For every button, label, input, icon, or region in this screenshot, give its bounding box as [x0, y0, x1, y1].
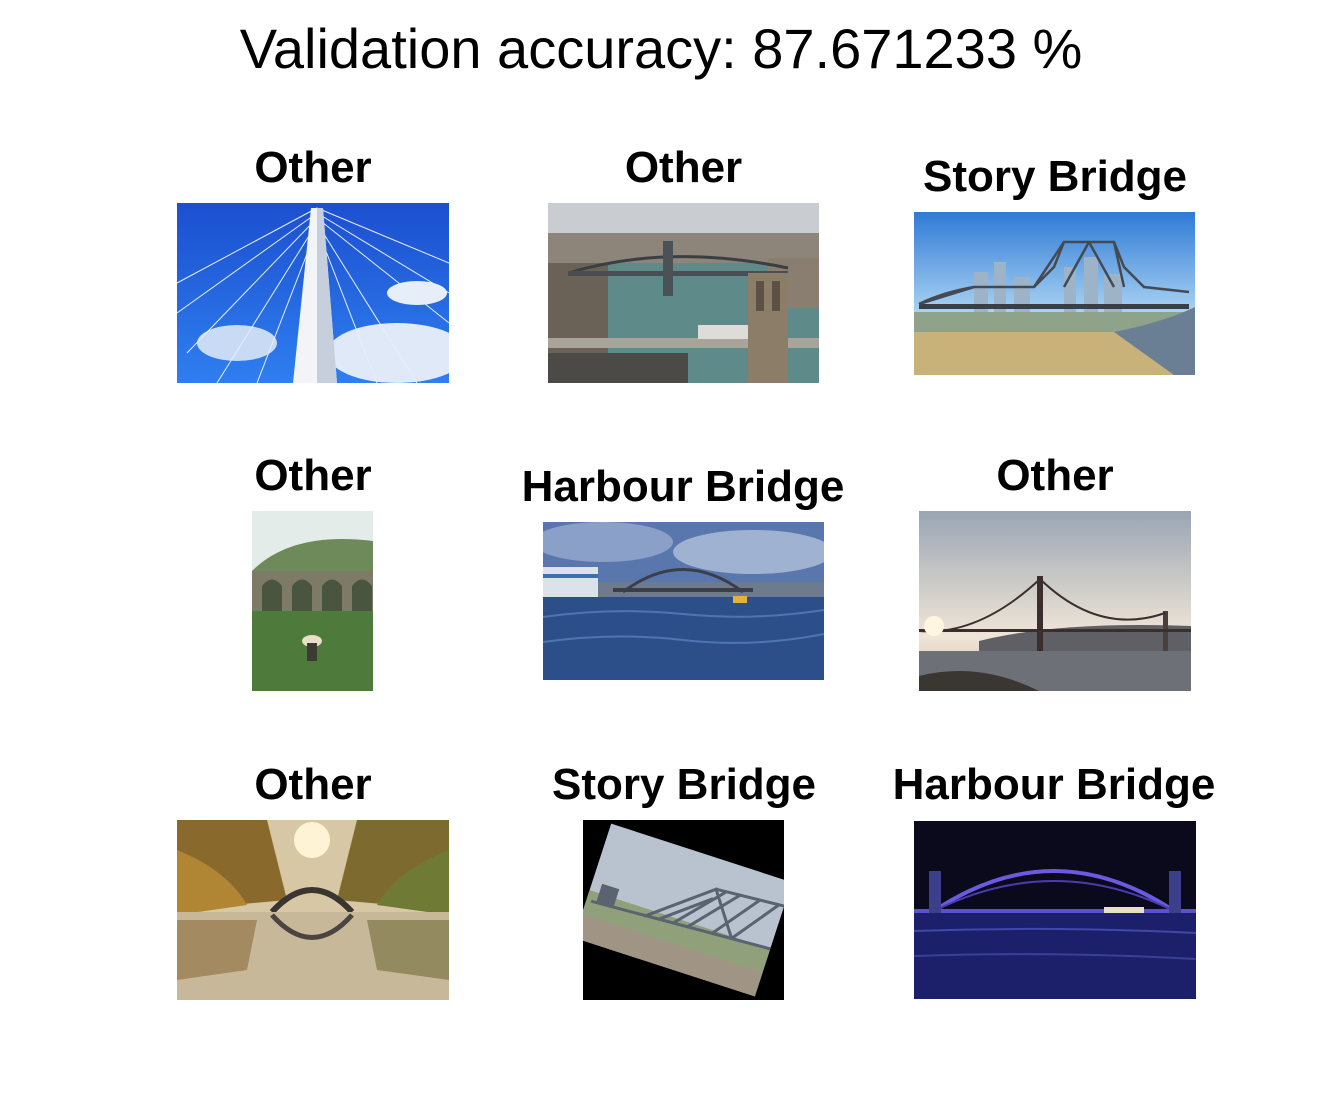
bridge-thumbnail-image	[914, 821, 1196, 999]
bridge-thumbnail-image	[543, 522, 824, 680]
bridge-thumbnail-image	[177, 820, 449, 1000]
bridge-thumbnail-image	[914, 212, 1195, 375]
bridge-thumbnail-image	[252, 511, 373, 691]
prediction-label: Other	[254, 143, 372, 192]
bridge-thumbnail-image	[177, 203, 449, 383]
figure-title: Validation accuracy: 87.671233 %	[239, 17, 1083, 80]
bridge-thumbnail-image	[919, 511, 1191, 691]
prediction-label: Story Bridge	[551, 760, 817, 809]
bridge-thumbnail-image	[583, 820, 784, 1000]
bridge-thumbnail-image	[548, 203, 819, 383]
prediction-label: Other	[624, 143, 743, 192]
prediction-label: Harbour Bridge	[521, 462, 845, 511]
prediction-label: Other	[254, 760, 372, 809]
prediction-label: Other	[996, 451, 1114, 500]
prediction-label: Harbour Bridge	[892, 760, 1216, 809]
prediction-label: Other	[254, 451, 372, 500]
prediction-label: Story Bridge	[922, 152, 1188, 201]
